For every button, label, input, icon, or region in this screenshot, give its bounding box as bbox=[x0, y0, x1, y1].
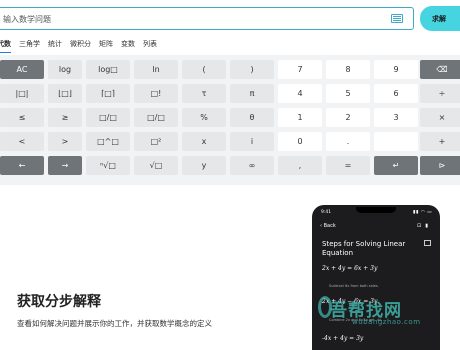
divide-key[interactable]: ÷ bbox=[420, 84, 460, 103]
math-keypad: AC log log□ ln() 7 8 9 ⌫ |□| ⌊□⌋ ⌈□⌉ □! τ π 4 5 6 ÷ ≤ ≥ □/□ □… bbox=[0, 60, 460, 178]
phone-notch bbox=[356, 207, 396, 213]
imaginary-key[interactable]: i bbox=[230, 132, 274, 151]
digit-6-key[interactable]: 6 bbox=[374, 84, 418, 103]
digit-7-key[interactable]: 7 bbox=[278, 60, 322, 79]
abs-key[interactable]: |□| bbox=[0, 84, 44, 103]
mixed-fraction-key[interactable]: □/□ bbox=[86, 108, 130, 127]
fraction-key[interactable]: □/□ bbox=[134, 108, 178, 127]
plus-key[interactable]: + bbox=[420, 132, 460, 151]
feature-title: 获取分步解释 bbox=[17, 294, 101, 310]
phone-back-label: Back bbox=[323, 223, 336, 229]
nth-root-key[interactable]: ⁿ√□ bbox=[86, 156, 130, 175]
phone-step-note-1: Subtract 6x from both sides. bbox=[329, 284, 379, 288]
power-key[interactable]: □^□ bbox=[86, 132, 130, 151]
phone-status-icons: ▮▮ ◠ ▭ bbox=[413, 210, 432, 215]
greater-than-key[interactable]: > bbox=[48, 132, 82, 151]
feature-description: 查看如何解决问题并展示你的工作，并获取数学概念的定义 bbox=[17, 319, 212, 328]
decimal-key[interactable]: . bbox=[326, 132, 370, 151]
tab-2[interactable]: 统计 bbox=[48, 39, 62, 53]
factorial-key[interactable]: □! bbox=[134, 84, 178, 103]
digit-9-key[interactable]: 9 bbox=[374, 60, 418, 79]
tab-1[interactable]: 三角学 bbox=[19, 39, 40, 53]
tab-6[interactable]: 列表 bbox=[143, 39, 157, 53]
variable-y-key[interactable]: y bbox=[182, 156, 226, 175]
multiply-key[interactable]: × bbox=[420, 108, 460, 127]
less-equal-key[interactable]: ≤ bbox=[0, 108, 44, 127]
ln-key[interactable]: ln bbox=[134, 60, 178, 79]
equals-key[interactable]: = bbox=[326, 156, 370, 175]
digit-2-key[interactable]: 2 bbox=[326, 108, 370, 127]
keyboard-icon[interactable] bbox=[391, 14, 403, 23]
search-input[interactable] bbox=[3, 11, 373, 27]
cursor-right-key[interactable]: → bbox=[48, 156, 82, 175]
phone-mockup: 9:41 ▮▮ ◠ ▭ ‹ Back ⊡▮ Steps for Solving … bbox=[312, 205, 440, 350]
tau-key[interactable]: τ bbox=[182, 84, 226, 103]
phone-action-icons: ⊡▮ bbox=[417, 223, 432, 229]
backspace-key[interactable]: ⌫ bbox=[420, 60, 460, 79]
ceil-key[interactable]: ⌈□⌉ bbox=[86, 84, 130, 103]
copy-icon bbox=[424, 240, 431, 246]
top-bar: 求解 bbox=[0, 0, 460, 36]
search-box[interactable] bbox=[0, 7, 414, 30]
watermark-url: wubangzhao.com bbox=[352, 318, 421, 326]
phone-back-button: ‹ Back bbox=[320, 223, 336, 229]
digit-1-key[interactable]: 1 bbox=[278, 108, 322, 127]
greater-equal-key[interactable]: ≥ bbox=[48, 108, 82, 127]
comma-key[interactable]: , bbox=[278, 156, 322, 175]
log-key[interactable]: log bbox=[48, 60, 82, 79]
tab-5[interactable]: 变数 bbox=[121, 39, 135, 53]
less-than-key[interactable]: < bbox=[0, 132, 44, 151]
clear-all-key[interactable]: AC bbox=[0, 60, 44, 79]
blank-key[interactable] bbox=[374, 132, 418, 151]
tab-4[interactable]: 矩阵 bbox=[99, 39, 113, 53]
square-key[interactable]: □² bbox=[134, 132, 178, 151]
phone-time: 9:41 bbox=[321, 210, 332, 215]
digit-4-key[interactable]: 4 bbox=[278, 84, 322, 103]
infinity-key[interactable]: ∞ bbox=[230, 156, 274, 175]
phone-equation-3: -4x + 4y = 3y bbox=[322, 335, 364, 342]
close-paren-key[interactable]: ) bbox=[230, 60, 274, 79]
tab-0[interactable]: 代数 bbox=[0, 39, 11, 53]
floor-key[interactable]: ⌊□⌋ bbox=[48, 84, 82, 103]
submit-key[interactable]: ⊳ bbox=[420, 156, 460, 175]
log-base-key[interactable]: log□ bbox=[86, 60, 130, 79]
solve-button[interactable]: 求解 bbox=[420, 6, 460, 31]
pi-key[interactable]: π bbox=[230, 84, 274, 103]
digit-8-key[interactable]: 8 bbox=[326, 60, 370, 79]
tab-3[interactable]: 微积分 bbox=[70, 39, 91, 53]
phone-title: Steps for Solving Linear Equation bbox=[322, 240, 406, 257]
digit-3-key[interactable]: 3 bbox=[374, 108, 418, 127]
keypad-tabs: 代数 三角学 统计 微积分 矩阵 变数 列表 bbox=[0, 39, 165, 53]
phone-equation-1: 2x + 4y = 6x + 3y bbox=[322, 265, 378, 272]
percent-key[interactable]: % bbox=[182, 108, 226, 127]
variable-x-key[interactable]: x bbox=[182, 132, 226, 151]
open-paren-key[interactable]: ( bbox=[182, 60, 226, 79]
cursor-left-key[interactable]: ← bbox=[0, 156, 44, 175]
sqrt-key[interactable]: √□ bbox=[134, 156, 178, 175]
digit-5-key[interactable]: 5 bbox=[326, 84, 370, 103]
theta-key[interactable]: θ bbox=[230, 108, 274, 127]
enter-key[interactable]: ↵ bbox=[374, 156, 418, 175]
digit-0-key[interactable]: 0 bbox=[278, 132, 322, 151]
